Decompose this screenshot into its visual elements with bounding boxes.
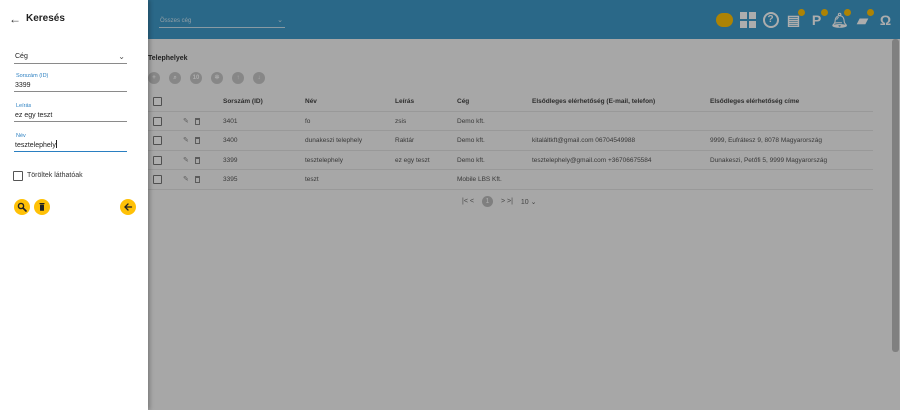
id-field[interactable]: Sorszám (ID) 3399	[14, 73, 127, 92]
trash-icon	[39, 203, 45, 211]
clear-filters-button[interactable]	[34, 199, 50, 215]
show-deleted-checkbox[interactable]: Töröltek láthatóak	[13, 170, 83, 181]
drawer-title: Keresés	[26, 13, 65, 24]
description-field-value[interactable]: ez egy teszt	[15, 112, 52, 119]
search-button[interactable]	[14, 199, 30, 215]
vertical-scrollbar[interactable]	[892, 39, 899, 352]
id-field-label: Sorszám (ID)	[16, 73, 49, 79]
name-field[interactable]: Név tesztelephely	[14, 133, 127, 152]
checkbox-box[interactable]	[13, 170, 23, 181]
description-field[interactable]: Leírás ez egy teszt	[14, 103, 127, 122]
arrow-left-icon	[124, 203, 133, 211]
close-drawer-button[interactable]	[120, 199, 136, 215]
company-select-value: Cég	[15, 53, 28, 60]
back-arrow-icon[interactable]: ←	[9, 12, 21, 26]
show-deleted-label: Töröltek láthatóak	[27, 172, 83, 179]
company-select[interactable]: Cég ⌄	[14, 52, 127, 64]
search-icon	[17, 202, 27, 212]
search-drawer: ← Keresés Cég ⌄ Sorszám (ID) 3399 Leírás…	[0, 0, 148, 410]
name-field-label: Név	[16, 133, 26, 139]
description-field-label: Leírás	[16, 103, 32, 109]
name-field-value[interactable]: tesztelephely	[15, 140, 57, 149]
id-field-value[interactable]: 3399	[15, 82, 31, 89]
chevron-down-icon: ⌄	[118, 52, 125, 61]
